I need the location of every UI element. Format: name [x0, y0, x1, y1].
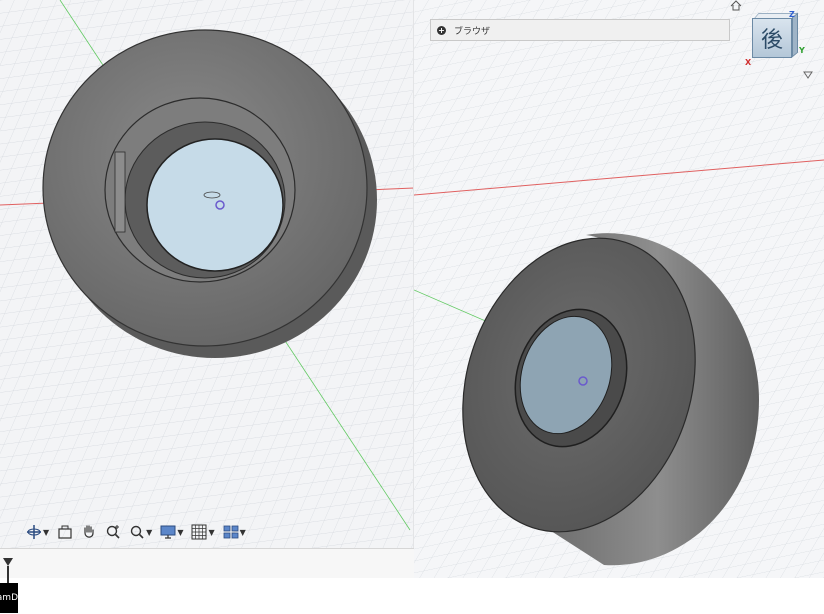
- grid-button[interactable]: ▼: [189, 521, 216, 543]
- viewports-icon: [223, 525, 239, 539]
- chevron-down-icon[interactable]: ▼: [208, 528, 214, 537]
- navigation-toolbar: ▼ ▼ ▼ ▼ ▼: [24, 520, 248, 544]
- browser-label: ブラウザ: [454, 26, 491, 37]
- chevron-down-icon[interactable]: ▼: [146, 528, 152, 537]
- fit-zoom-button[interactable]: ▼: [127, 521, 154, 543]
- home-icon[interactable]: [730, 0, 742, 11]
- view-cube-side[interactable]: [792, 12, 798, 58]
- app-tab-label: amD: [0, 593, 18, 603]
- display-settings-icon: [160, 525, 176, 539]
- view-cube-menu-icon[interactable]: [803, 71, 813, 79]
- view-cube[interactable]: 後 X Z Y: [745, 10, 805, 70]
- x-axis-label: X: [745, 58, 752, 67]
- y-axis-label: Y: [799, 46, 805, 55]
- zoom-button[interactable]: [103, 521, 123, 543]
- chevron-down-icon[interactable]: ▼: [177, 528, 183, 537]
- grid-icon: [191, 524, 207, 540]
- view-cube-face[interactable]: 後: [752, 18, 792, 58]
- viewport-right[interactable]: [414, 0, 824, 578]
- chevron-down-icon[interactable]: ▼: [43, 528, 49, 537]
- flat-key: [114, 151, 126, 233]
- display-settings-button[interactable]: ▼: [158, 521, 185, 543]
- browser-panel[interactable]: + ブラウザ: [430, 19, 730, 41]
- pan-button[interactable]: [79, 521, 99, 543]
- zoom-icon: [106, 525, 120, 539]
- timeline-marker-icon[interactable]: [1, 556, 15, 584]
- canvas-right[interactable]: [414, 0, 824, 578]
- orbit-button[interactable]: ▼: [24, 521, 51, 543]
- viewports-button[interactable]: ▼: [221, 521, 248, 543]
- look-at-button[interactable]: [55, 521, 75, 543]
- fit-zoom-icon: [130, 525, 144, 539]
- status-area: [0, 578, 824, 614]
- pan-hand-icon: [84, 525, 94, 538]
- chevron-down-icon[interactable]: ▼: [240, 528, 246, 537]
- viewport-left[interactable]: [0, 0, 414, 548]
- plus-circle-icon[interactable]: +: [437, 25, 446, 35]
- app-tab[interactable]: amD: [0, 583, 18, 613]
- timeline-strip: [0, 548, 414, 579]
- look-at-icon: [58, 525, 72, 539]
- orbit-icon: [27, 525, 41, 539]
- center-hole: [146, 138, 284, 272]
- canvas-left[interactable]: [0, 0, 414, 548]
- z-axis-label: Z: [789, 10, 795, 19]
